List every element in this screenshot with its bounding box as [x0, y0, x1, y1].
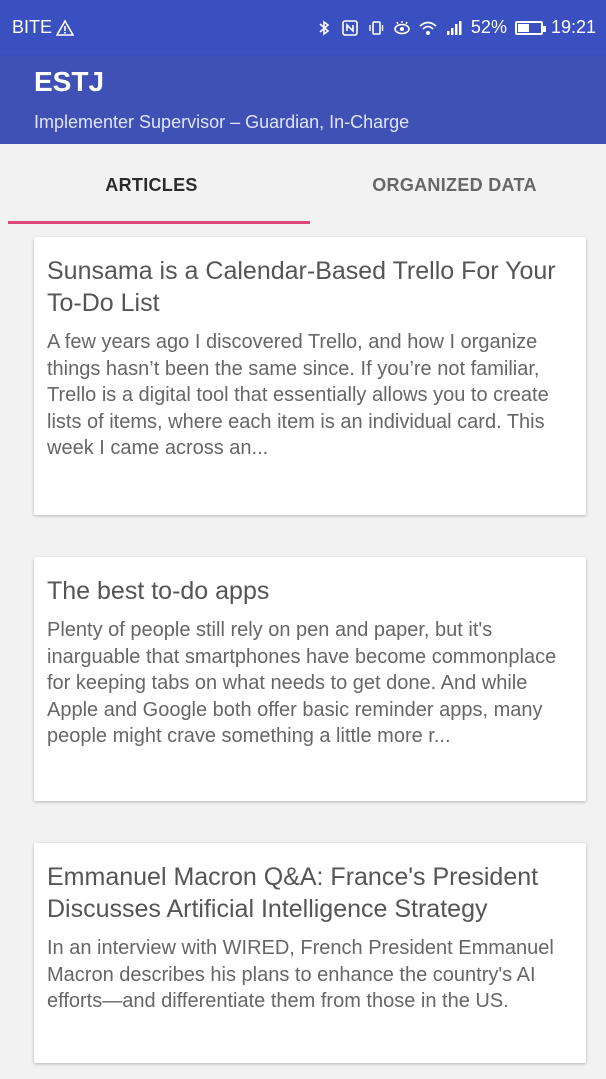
signal-icon — [445, 19, 463, 37]
vibrate-icon — [367, 19, 385, 37]
status-bar: BITE 52% 19:21 — [0, 0, 606, 56]
battery-icon — [514, 20, 546, 35]
app-title: ESTJ — [34, 66, 105, 97]
app-bar: ESTJ Implementer Supervisor – Guardian, … — [0, 56, 606, 144]
tab-organized-data[interactable]: ORGANIZED DATA — [303, 144, 606, 226]
article-title: Sunsama is a Calendar-Based Trello For Y… — [47, 257, 556, 317]
app-subtitle: Implementer Supervisor – Guardian, In-Ch… — [34, 112, 410, 132]
tab-articles[interactable]: ARTICLES — [0, 144, 303, 226]
article-card[interactable]: Sunsama is a Calendar-Based Trello For Y… — [34, 237, 586, 515]
eye-comfort-icon — [393, 19, 411, 37]
wifi-icon — [419, 19, 437, 37]
battery-level-fill — [517, 23, 529, 32]
status-right: 52% 19:21 — [315, 17, 596, 38]
article-excerpt: In an interview with WIRED, French Presi… — [47, 937, 554, 1012]
battery-percent: 52% — [470, 17, 507, 37]
article-title: The best to-do apps — [47, 577, 270, 605]
clock: 19:21 — [550, 17, 596, 37]
article-excerpt: Plenty of people still rely on pen and p… — [47, 619, 557, 747]
article-card[interactable]: The best to-do apps Plenty of people sti… — [34, 557, 586, 801]
bluetooth-icon — [315, 19, 333, 37]
carrier-name: BITE — [12, 17, 53, 37]
battery-tip — [542, 25, 546, 32]
status-left: BITE — [12, 17, 75, 38]
nfc-icon — [341, 19, 359, 37]
article-excerpt: A few years ago I discovered Trello, and… — [47, 331, 549, 459]
tab-bar: ARTICLES ORGANIZED DATA — [0, 144, 606, 226]
article-card[interactable]: Emmanuel Macron Q&A: France's President … — [34, 843, 586, 1063]
tab-selected-indicator — [8, 221, 310, 224]
article-title: Emmanuel Macron Q&A: France's President … — [47, 863, 539, 923]
warning-icon — [55, 18, 75, 37]
